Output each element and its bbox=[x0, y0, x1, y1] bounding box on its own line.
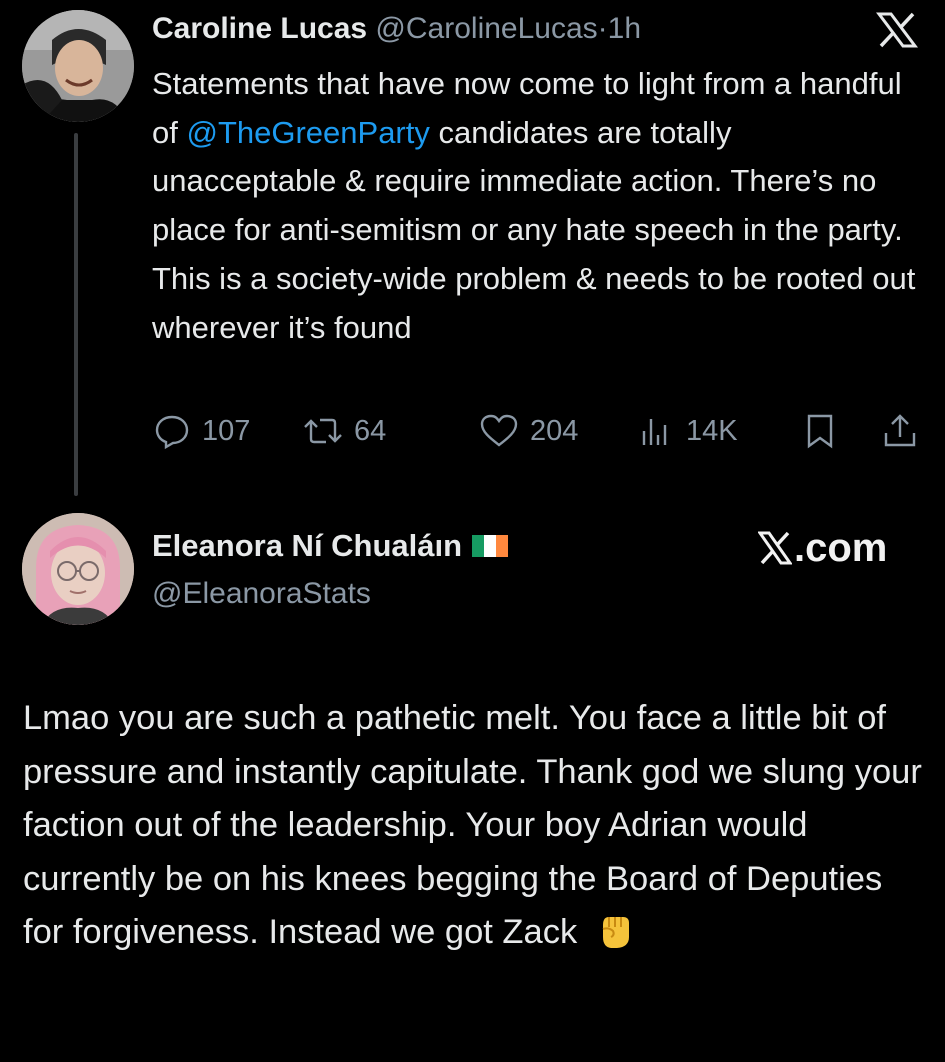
share-button[interactable] bbox=[880, 408, 920, 454]
bookmark-icon bbox=[807, 414, 833, 449]
ireland-flag-icon bbox=[472, 535, 509, 557]
avatar-caroline-lucas[interactable] bbox=[22, 10, 134, 122]
tweet-time[interactable]: 1h bbox=[608, 12, 641, 45]
tweet-author-row: Caroline Lucas @CarolineLucas·1h bbox=[152, 10, 641, 48]
site-suffix: .com bbox=[794, 526, 888, 570]
author-name[interactable]: Caroline Lucas bbox=[152, 12, 367, 45]
repost-icon bbox=[304, 418, 342, 444]
reply-icon bbox=[155, 415, 189, 450]
like-button[interactable]: 204 bbox=[478, 408, 578, 454]
reply-text-body: Lmao you are such a pathetic melt. You f… bbox=[23, 699, 922, 951]
like-icon bbox=[480, 414, 518, 447]
reply-text: Lmao you are such a pathetic melt. You f… bbox=[23, 692, 923, 960]
reply-author-name-row: Eleanora Ní Chualáın bbox=[152, 527, 509, 565]
reply-button[interactable]: 107 bbox=[152, 408, 250, 454]
tweet-text: Statements that have now come to light f… bbox=[152, 60, 922, 352]
repost-count: 64 bbox=[354, 414, 387, 447]
repost-button[interactable]: 64 bbox=[302, 408, 386, 454]
raised-fist-icon bbox=[602, 917, 629, 948]
reply-count: 107 bbox=[202, 414, 251, 447]
mention-link[interactable]: @TheGreenParty bbox=[186, 115, 429, 150]
thread-connector-line bbox=[74, 133, 78, 496]
tweet-actions: 107 64 204 14K bbox=[152, 408, 922, 454]
reply-author-handle[interactable]: @EleanoraStats bbox=[152, 575, 371, 613]
x-com-branding: .com bbox=[758, 526, 887, 570]
x-logo-icon bbox=[876, 12, 918, 48]
views-icon bbox=[642, 419, 667, 445]
separator-dot: · bbox=[597, 12, 608, 45]
reply-author-name[interactable]: Eleanora Ní Chualáın bbox=[152, 527, 462, 565]
views-count: 14K bbox=[686, 414, 738, 447]
bookmark-button[interactable] bbox=[802, 408, 838, 454]
x-logo-icon bbox=[758, 531, 792, 565]
author-handle[interactable]: @CarolineLucas bbox=[375, 12, 597, 45]
views-button[interactable]: 14K bbox=[636, 408, 738, 454]
share-icon bbox=[884, 414, 916, 447]
avatar-eleanora[interactable] bbox=[22, 513, 134, 625]
like-count: 204 bbox=[530, 414, 579, 447]
